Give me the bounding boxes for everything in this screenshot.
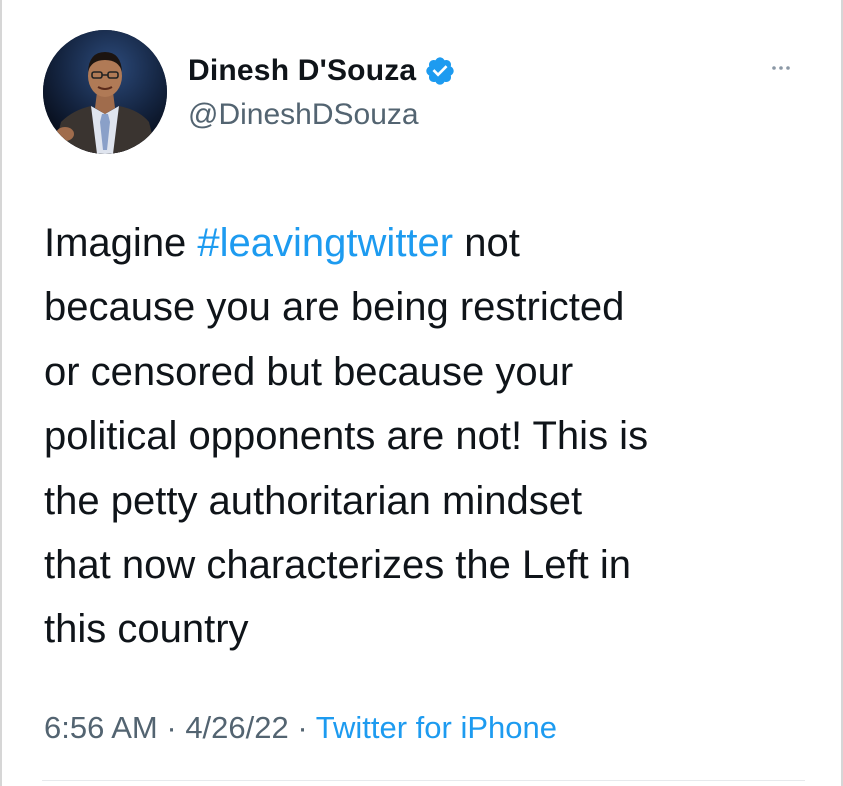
avatar-photo [43, 30, 167, 154]
tweet-text-before: Imagine [44, 221, 198, 265]
more-options-icon[interactable] [766, 58, 796, 78]
tweet-date[interactable]: 4/26/22 [185, 710, 288, 745]
divider [42, 780, 805, 781]
author-name-row: Dinesh D'Souza [188, 51, 456, 91]
tweet-time[interactable]: 6:56 AM [44, 710, 158, 745]
tweet-text-after: not because you are being restricted or … [44, 221, 649, 652]
author-handle[interactable]: @DineshDSouza [188, 98, 419, 132]
author-display-name[interactable]: Dinesh D'Souza [188, 54, 416, 88]
tweet-text: Imagine #leavingtwitter not because you … [44, 211, 824, 662]
tweet-source-link[interactable]: Twitter for iPhone [316, 710, 557, 745]
author-avatar[interactable] [43, 30, 167, 154]
tweet-card: Dinesh D'Souza @DineshDSouza Imagine #le… [0, 0, 843, 786]
tweet-metadata: 6:56 AM · 4/26/22 · Twitter for iPhone [44, 710, 557, 746]
verified-badge-icon [424, 55, 456, 87]
meta-separator: · [157, 710, 186, 745]
meta-separator: · [288, 710, 316, 745]
hashtag-link[interactable]: #leavingtwitter [197, 221, 453, 265]
